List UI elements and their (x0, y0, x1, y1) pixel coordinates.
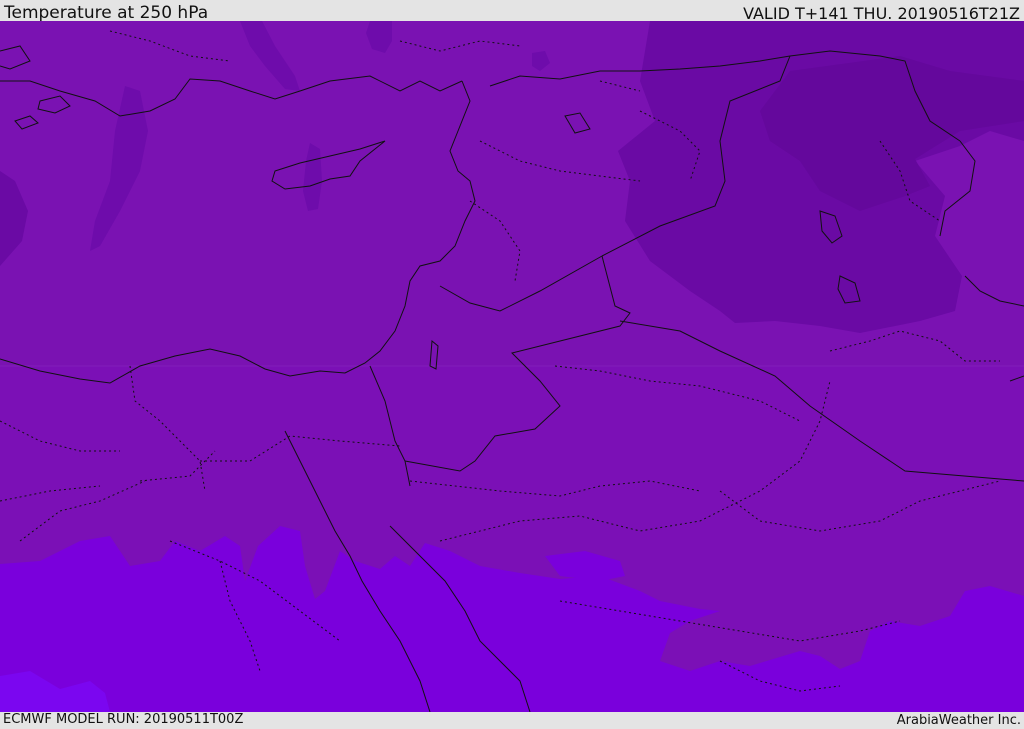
temperature-map[interactable] (0, 21, 1024, 712)
header-bar: Temperature at 250 hPa VALID T+141 THU. … (0, 0, 1024, 23)
map-canvas (0, 21, 1024, 712)
credit-label: ArabiaWeather Inc. (896, 713, 1021, 728)
map-title: Temperature at 250 hPa (4, 3, 209, 23)
footer-bar: ECMWF MODEL RUN: 20190511T00Z ArabiaWeat… (0, 712, 1024, 729)
model-run-label: ECMWF MODEL RUN: 20190511T00Z (3, 712, 244, 727)
